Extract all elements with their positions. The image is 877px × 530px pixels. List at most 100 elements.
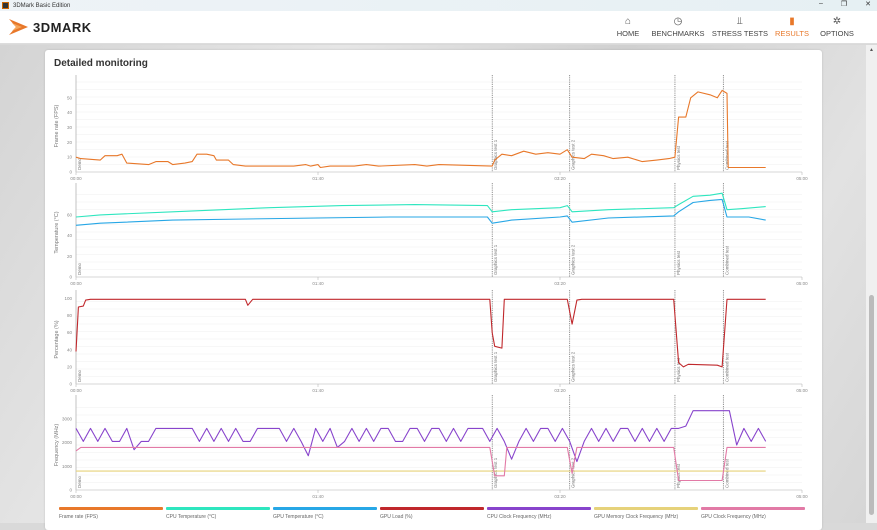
x-tick-label: 05:00 <box>796 281 808 286</box>
y-tick-label: 80 <box>67 313 73 318</box>
test-marker-label: Graphics test 2 <box>571 244 576 275</box>
bar-chart-icon: ▮ <box>789 16 795 27</box>
nav-label: RESULTS <box>774 29 810 38</box>
x-tick-label: 01:40 <box>312 494 324 499</box>
test-marker-label: Graphics test 1 <box>493 139 498 170</box>
test-marker-label: Graphics test 2 <box>571 351 576 382</box>
y-axis-label: Temperature (°C) <box>54 211 60 253</box>
x-tick-label: 01:40 <box>312 388 324 393</box>
x-tick-label: 00:00 <box>70 494 82 499</box>
x-tick-label: 03:20 <box>554 281 566 286</box>
y-tick-label: 100 <box>64 296 72 301</box>
nav-home[interactable]: ⌂ HOME <box>617 14 640 38</box>
y-tick-label: 0 <box>69 382 72 387</box>
test-marker-label: Graphics test 2 <box>571 139 576 170</box>
nav-stress-tests[interactable]: ⫫ STRESS TESTS <box>712 14 768 38</box>
x-tick-label: 05:00 <box>796 388 808 393</box>
test-marker-label: Demo <box>77 475 82 488</box>
legend-label: GPU Clock Frequency (MHz) <box>701 514 766 520</box>
nav-label: BENCHMARKS <box>651 29 705 38</box>
test-marker-label: Demo <box>77 262 82 275</box>
legend-label: GPU Temperature (°C) <box>273 514 324 520</box>
y-tick-label: 0 <box>69 488 72 493</box>
legend-swatch <box>380 507 484 510</box>
test-marker-label: Graphics test 1 <box>493 244 498 275</box>
scrollbar-thumb[interactable] <box>869 295 874 515</box>
test-marker-label: Demo <box>77 157 82 170</box>
nav-label: OPTIONS <box>820 29 854 38</box>
stress-chart-icon: ⫫ <box>737 16 743 27</box>
window-title: 3DMark Basic Edition <box>13 2 71 9</box>
y-tick-label: 3000 <box>62 416 73 421</box>
y-tick-label: 40 <box>67 347 73 352</box>
y-axis-label: Frequency (MHz) <box>54 424 60 467</box>
legend-swatch <box>166 507 270 510</box>
minimize-button[interactable]: – <box>819 0 823 8</box>
legend-swatch <box>273 507 377 510</box>
home-icon: ⌂ <box>624 16 632 27</box>
legend-swatch <box>701 507 805 510</box>
legend-swatch <box>487 507 591 510</box>
nav-options[interactable]: ✲ OPTIONS <box>820 14 854 38</box>
y-tick-label: 40 <box>67 110 73 115</box>
x-tick-label: 03:20 <box>554 388 566 393</box>
y-tick-label: 60 <box>67 330 73 335</box>
scroll-up-icon[interactable]: ▲ <box>869 47 874 53</box>
y-tick-label: 30 <box>67 125 73 130</box>
logo[interactable]: 3DMARK <box>8 17 92 37</box>
legend-label: Frame rate (FPS) <box>59 514 98 520</box>
scrollbar[interactable]: ▲ <box>866 45 877 523</box>
title-bar: 3DMark Basic Edition – ❐ ✕ <box>0 0 877 11</box>
legend-swatch <box>594 507 698 510</box>
y-tick-label: 20 <box>67 364 73 369</box>
y-tick-label: 50 <box>67 95 73 100</box>
test-marker-label: Combined test <box>724 245 729 275</box>
x-tick-label: 05:00 <box>796 494 808 499</box>
3dmark-logo-icon <box>9 19 28 35</box>
test-marker-label: Demo <box>77 369 82 382</box>
x-tick-label: 00:00 <box>70 388 82 393</box>
chart-panel-2: 0 20 40 60 00:00 01:40 03:20 05:00 Temperature (… <box>54 183 808 286</box>
legend-swatch <box>59 507 163 510</box>
nav-benchmarks[interactable]: ◷ BENCHMARKS <box>652 14 705 38</box>
logo-text: 3DMARK <box>33 19 92 35</box>
series-line-gpu-load- <box>75 298 766 368</box>
y-axis-label: Percentage (%) <box>54 320 60 358</box>
y-axis-label: Frame rate (FPS) <box>54 104 60 147</box>
monitoring-charts: 0 10 20 30 40 50 00:00 01:40 03:20 05:00 Frame rat… <box>54 75 808 499</box>
nav-results[interactable]: ▮ RESULTS <box>775 14 809 38</box>
maximize-button[interactable]: ❐ <box>841 0 847 8</box>
legend-item[interactable]: CPU Clock Frequency (MHz) <box>487 507 591 520</box>
series-line-gpu-temperature-c- <box>75 198 766 226</box>
close-button[interactable]: ✕ <box>865 0 871 8</box>
legend-item[interactable]: CPU Temperature (°C) <box>166 507 270 520</box>
y-tick-label: 10 <box>67 155 73 160</box>
legend-label: GPU Memory Clock Frequency (MHz) <box>594 514 679 520</box>
x-tick-label: 01:40 <box>312 281 324 286</box>
nav-label: STRESS TESTS <box>711 29 769 38</box>
chart-panel-1: 0 10 20 30 40 50 00:00 01:40 03:20 05:00 Frame rat… <box>54 75 808 181</box>
y-tick-label: 60 <box>67 212 73 217</box>
legend-item[interactable]: GPU Temperature (°C) <box>273 507 377 520</box>
y-tick-label: 40 <box>67 233 73 238</box>
legend-item[interactable]: GPU Clock Frequency (MHz) <box>701 507 805 520</box>
gear-icon: ✲ <box>832 16 842 27</box>
series-line-cpu-temperature-c- <box>75 192 766 218</box>
detailed-monitoring-card: Detailed monitoring 0 10 20 30 40 50 00:00 01:4… <box>45 50 822 530</box>
nav-label: HOME <box>616 29 640 38</box>
legend-item[interactable]: GPU Memory Clock Frequency (MHz) <box>594 507 698 520</box>
y-tick-label: 0 <box>69 275 72 280</box>
x-tick-label: 03:20 <box>554 176 566 181</box>
legend-item[interactable]: GPU Load (%) <box>380 507 484 520</box>
test-marker-label: Graphics test 1 <box>493 351 498 382</box>
chart-panel-3: 0 20 40 60 80 100 00:00 01:40 03:20 05:00 Percenta… <box>54 290 808 393</box>
y-tick-label: 0 <box>69 170 72 175</box>
legend-item[interactable]: Frame rate (FPS) <box>59 507 163 520</box>
legend-label: CPU Clock Frequency (MHz) <box>487 514 552 520</box>
test-marker-label: Physics test <box>676 250 681 275</box>
legend-label: CPU Temperature (°C) <box>166 514 217 520</box>
gauge-icon: ◷ <box>673 16 683 27</box>
test-marker-label: Physics test <box>676 145 681 170</box>
x-tick-label: 01:40 <box>312 176 324 181</box>
legend-label: GPU Load (%) <box>380 514 413 520</box>
